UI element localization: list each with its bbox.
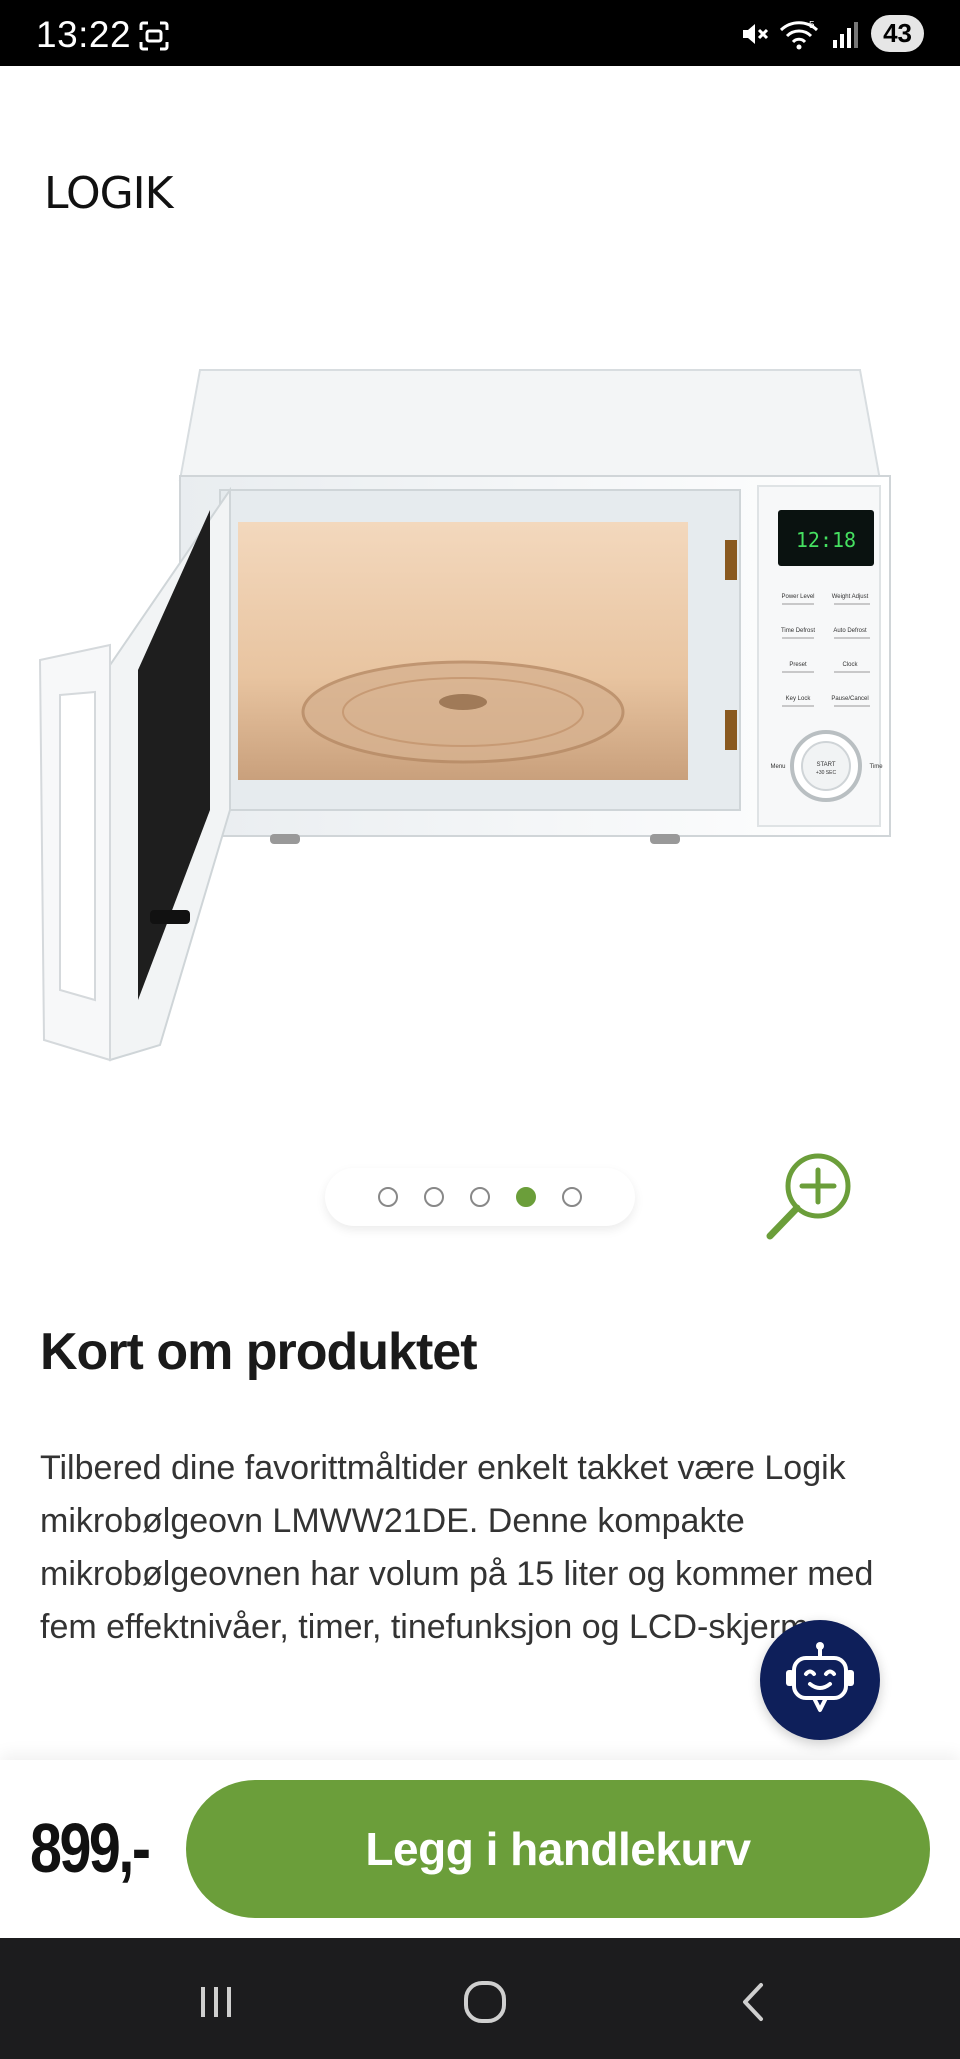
- mute-icon: [743, 23, 769, 44]
- svg-text:START: START: [816, 762, 835, 768]
- display-time: 12:18: [796, 528, 856, 552]
- gallery-dot-2[interactable]: [424, 1187, 444, 1207]
- svg-text:Auto Defrost: Auto Defrost: [833, 628, 867, 634]
- chat-assistant-button[interactable]: [760, 1620, 880, 1740]
- svg-text:Preset: Preset: [789, 662, 807, 668]
- gallery-pagination: [325, 1168, 635, 1226]
- brand-logo: LOGIK: [44, 168, 174, 219]
- add-to-cart-button[interactable]: Legg i handlekurv: [186, 1780, 930, 1918]
- system-nav-bar: [0, 1938, 960, 2059]
- svg-text:Pause/Cancel: Pause/Cancel: [831, 696, 868, 702]
- svg-text:Clock: Clock: [842, 662, 858, 668]
- section-title: Kort om produktet: [40, 1323, 478, 1381]
- zoom-in-icon[interactable]: [764, 1150, 856, 1242]
- recent-apps-icon: [201, 1987, 231, 2017]
- wifi-icon: 5: [780, 20, 819, 49]
- home-icon: [464, 1981, 506, 2023]
- home-button[interactable]: [455, 1972, 515, 2032]
- svg-text:Power Level: Power Level: [781, 594, 814, 600]
- gallery-dot-1[interactable]: [378, 1187, 398, 1207]
- back-button[interactable]: [724, 1972, 784, 2032]
- svg-text:Time Defrost: Time Defrost: [781, 628, 815, 634]
- status-bar: 13:22 5 43: [0, 0, 960, 66]
- svg-text:+30 SEC: +30 SEC: [816, 770, 837, 776]
- svg-text:Key Lock: Key Lock: [786, 696, 812, 702]
- robot-icon: [786, 1642, 854, 1712]
- product-price: 899,-: [30, 1809, 151, 1887]
- gallery-dot-3[interactable]: [470, 1187, 490, 1207]
- svg-text:Time: Time: [869, 764, 883, 770]
- product-description: Tilbered dine favorittmåltider enkelt ta…: [40, 1449, 874, 1646]
- battery-indicator: 43: [871, 15, 924, 52]
- back-icon: [743, 1983, 763, 2021]
- product-image[interactable]: 12:18 Power Level Weight Adjust Time Def…: [30, 340, 910, 1080]
- signal-icon: [833, 21, 859, 48]
- wifi-label: 5: [809, 20, 815, 31]
- svg-text:Weight Adjust: Weight Adjust: [832, 594, 869, 600]
- status-time: 13:22: [36, 14, 132, 55]
- screenshot-icon: [139, 21, 169, 51]
- gallery-dot-5[interactable]: [562, 1187, 582, 1207]
- gallery-dot-4-active[interactable]: [516, 1187, 536, 1207]
- svg-text:Menu: Menu: [770, 764, 785, 770]
- recent-apps-button[interactable]: [186, 1972, 246, 2032]
